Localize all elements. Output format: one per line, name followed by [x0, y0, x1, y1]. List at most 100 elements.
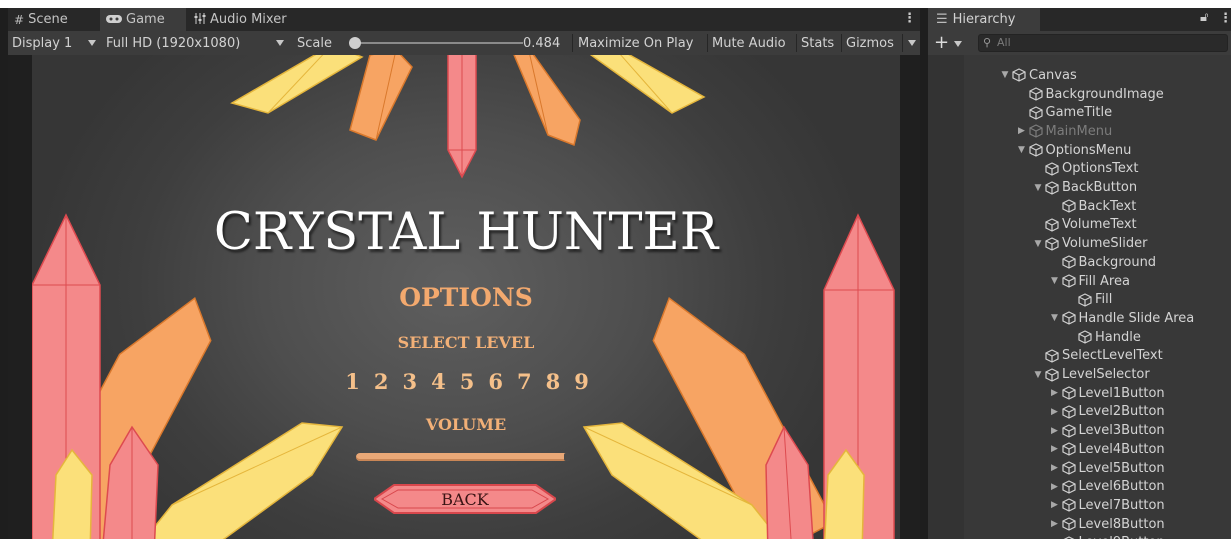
volume-slider-handle[interactable]: [564, 453, 570, 461]
hierarchy-item[interactable]: Handle: [1064, 328, 1141, 347]
expand-right-icon[interactable]: ▶: [1048, 482, 1062, 492]
hierarchy-menu-icon[interactable]: ⋮: [1219, 11, 1231, 26]
maximize-on-play-toggle[interactable]: Maximize On Play: [578, 31, 693, 55]
expand-right-icon[interactable]: ▶: [1048, 500, 1062, 510]
expand-down-icon[interactable]: ▼: [1015, 145, 1029, 155]
add-icon[interactable]: +: [934, 32, 949, 53]
divider: [707, 34, 708, 52]
hierarchy-item-label: Fill: [1095, 292, 1113, 308]
hierarchy-item[interactable]: BackText: [1048, 197, 1136, 216]
gizmos-toggle[interactable]: Gizmos: [846, 31, 894, 55]
expand-down-icon[interactable]: ▼: [1048, 276, 1062, 286]
hierarchy-item[interactable]: ▶ Level3Button: [1048, 421, 1165, 440]
lock-icon[interactable]: 🔓︎: [1200, 10, 1208, 25]
panel-menu-icon[interactable]: ⋮: [903, 11, 916, 26]
divider: [841, 34, 842, 52]
expand-down-icon[interactable]: ▼: [1031, 370, 1045, 380]
expand-right-icon[interactable]: ▶: [1048, 426, 1062, 436]
tab-game-label: Game: [126, 12, 165, 27]
display-value: Display 1: [12, 35, 73, 51]
crystal-yellow-left: [143, 422, 344, 539]
hierarchy-item[interactable]: SelectLevelText: [1031, 347, 1163, 366]
expand-right-icon[interactable]: ▶: [1015, 126, 1029, 136]
display-dropdown[interactable]: Display 1: [12, 31, 72, 55]
level-9-button[interactable]: 9: [574, 369, 589, 394]
tab-scene-label: Scene: [28, 12, 68, 27]
hierarchy-item-label: Level6Button: [1078, 479, 1165, 495]
level-7-button[interactable]: 7: [517, 369, 532, 394]
expand-right-icon[interactable]: ▶: [1048, 463, 1062, 473]
expand-down-icon[interactable]: ▼: [1031, 239, 1045, 249]
hierarchy-item[interactable]: ▼ BackButton: [1031, 178, 1138, 197]
expand-right-icon[interactable]: ▶: [1048, 388, 1062, 398]
gameobject-cube-icon: [1045, 218, 1059, 232]
level-5-button[interactable]: 5: [460, 369, 475, 394]
level-1-button[interactable]: 1: [345, 369, 360, 394]
hierarchy-item-label: LevelSelector: [1062, 367, 1150, 383]
expand-down-icon[interactable]: ▼: [1031, 183, 1045, 193]
hierarchy-item[interactable]: ▶Level9Button: [1048, 534, 1165, 539]
hierarchy-item[interactable]: GameTitle: [1015, 103, 1112, 122]
hierarchy-item[interactable]: OptionsText: [1031, 160, 1138, 179]
hierarchy-item[interactable]: ▶ Level1Button: [1048, 384, 1165, 403]
tab-game[interactable]: Game: [100, 8, 186, 31]
hierarchy-item[interactable]: Fill: [1064, 290, 1112, 309]
scale-slider-track[interactable]: [357, 42, 523, 44]
unity-editor: # Scene Game Audio Mixer ⋮ Display 1 Ful…: [0, 8, 1231, 539]
scale-slider-handle[interactable]: [349, 37, 361, 49]
gameobject-cube-icon: [1045, 180, 1059, 195]
hierarchy-item[interactable]: ▼ VolumeSlider: [1031, 234, 1148, 253]
chevron-down-icon: [88, 40, 96, 46]
game-canvas: CRYSTAL HUNTER OPTIONS SELECT LEVEL 1 2 …: [32, 55, 900, 539]
hierarchy-item[interactable]: VolumeText: [1031, 216, 1137, 235]
hierarchy-item[interactable]: ▶ Level7Button: [1048, 496, 1165, 515]
resolution-dropdown[interactable]: Full HD (1920x1080): [106, 31, 240, 55]
level-3-button[interactable]: 3: [402, 369, 417, 394]
back-button[interactable]: BACK: [374, 483, 556, 515]
gameobject-cube-icon: [1028, 124, 1043, 139]
expand-right-icon[interactable]: ▶: [1048, 519, 1062, 529]
hierarchy-item[interactable]: Background: [1048, 253, 1156, 272]
divider: [902, 34, 903, 52]
expand-right-icon[interactable]: ▶: [1048, 407, 1062, 417]
divider: [796, 34, 797, 52]
hierarchy-item[interactable]: ▶ Level8Button: [1048, 515, 1165, 534]
game-view[interactable]: CRYSTAL HUNTER OPTIONS SELECT LEVEL 1 2 …: [8, 55, 920, 539]
level-4-button[interactable]: 4: [431, 369, 446, 394]
hierarchy-item-label: Level4Button: [1078, 441, 1165, 457]
hierarchy-item[interactable]: ▼ Fill Area: [1048, 272, 1130, 291]
level-2-button[interactable]: 2: [374, 369, 389, 394]
options-heading: OPTIONS: [399, 283, 533, 312]
hierarchy-item[interactable]: ▶ Level6Button: [1048, 477, 1165, 496]
hierarchy-item[interactable]: ▶ Level5Button: [1048, 459, 1165, 478]
hierarchy-item[interactable]: ▼ LevelSelector: [1031, 365, 1150, 384]
volume-slider[interactable]: [356, 453, 570, 461]
gizmos-label: Gizmos: [846, 35, 894, 51]
hierarchy-item[interactable]: BackgroundImage: [1015, 85, 1164, 104]
hierarchy-item[interactable]: ▼ Handle Slide Area: [1048, 309, 1194, 328]
stats-toggle[interactable]: Stats: [801, 31, 834, 55]
mute-audio-toggle[interactable]: Mute Audio: [712, 31, 786, 55]
gameobject-cube-icon: [1061, 461, 1076, 475]
expand-down-icon[interactable]: ▼: [1048, 313, 1062, 323]
tab-scene[interactable]: # Scene: [8, 8, 100, 31]
hierarchy-item[interactable]: ▶ Level2Button: [1048, 403, 1165, 422]
hierarchy-item[interactable]: ▼ Canvas: [998, 66, 1077, 85]
expand-down-icon[interactable]: ▼: [998, 70, 1012, 80]
hierarchy-item[interactable]: ▼ OptionsMenu: [1015, 141, 1131, 160]
level-8-button[interactable]: 8: [546, 369, 561, 394]
expand-right-icon[interactable]: ▶: [1048, 444, 1062, 454]
game-toolbar: Display 1 Full HD (1920x1080) Scale 0.48…: [8, 31, 920, 55]
gameobject-cube-icon: [1061, 442, 1076, 457]
tab-hierarchy[interactable]: ☰ Hierarchy: [928, 8, 1040, 31]
mute-label: Mute Audio: [712, 35, 786, 51]
gizmos-dropdown-icon[interactable]: [908, 40, 916, 46]
crystal-orange-top-right: [513, 55, 581, 147]
level-6-button[interactable]: 6: [488, 369, 503, 394]
hierarchy-search-input[interactable]: ⚲ All: [978, 34, 1228, 52]
hierarchy-item[interactable]: ▶ Level4Button: [1048, 440, 1165, 459]
tab-audio-mixer[interactable]: Audio Mixer: [188, 8, 308, 31]
gameobject-cube-icon: [1078, 293, 1092, 307]
chevron-down-icon[interactable]: [954, 41, 962, 47]
hierarchy-item[interactable]: ▶ MainMenu: [1015, 122, 1112, 141]
